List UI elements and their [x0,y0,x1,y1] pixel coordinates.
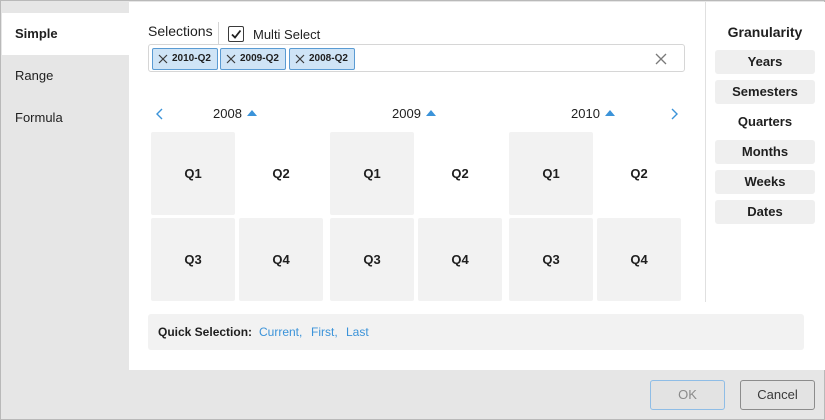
multi-select-checkbox[interactable] [228,26,244,42]
next-arrow-icon[interactable] [668,106,680,122]
remove-token-icon[interactable] [295,54,305,64]
grid-clip [129,301,704,309]
granularity-years-button[interactable]: Years [715,50,815,74]
quarter-cell-2009-q1[interactable]: Q1 [330,132,414,215]
granularity-dates-button[interactable]: Dates [715,200,815,224]
year-label: 2008 [213,106,242,121]
quarter-cell-2008-q2[interactable]: Q2 [239,132,323,215]
quarter-cell-2009-q3[interactable]: Q3 [330,218,414,301]
granularity-months-button[interactable]: Months [715,140,815,164]
quick-link-last[interactable]: Last [346,325,369,339]
multi-select-label: Multi Select [253,27,321,42]
previous-arrow-icon[interactable] [154,106,166,122]
check-icon [231,29,242,39]
granularity-title: Granularity [727,24,803,40]
quick-link-current[interactable]: Current, [259,325,302,339]
year-label: 2010 [571,106,600,121]
nav-item-formula[interactable]: Formula [2,97,129,139]
token-label: 2010-Q2 [172,53,211,64]
quarter-cell-2008-q4[interactable]: Q4 [239,218,323,301]
quarter-cell-2010-q2[interactable]: Q2 [597,132,681,215]
selections-label: Selections [148,23,213,39]
selection-token-box[interactable]: 2010-Q2 2009-Q2 2008-Q2 [148,44,685,72]
selections-divider [218,22,219,44]
token-label: 2009-Q2 [240,53,279,64]
ok-button[interactable]: OK [650,380,725,410]
year-header-2010[interactable]: 2010 [571,106,615,121]
nav-item-simple[interactable]: Simple [2,13,129,55]
selection-token[interactable]: 2010-Q2 [152,48,218,70]
quarter-cell-2010-q4[interactable]: Q4 [597,218,681,301]
quarter-cell-2008-q1[interactable]: Q1 [151,132,235,215]
panel-divider [705,2,706,302]
granularity-semesters-button[interactable]: Semesters [715,80,815,104]
main-panel: Selections Multi Select 2010-Q2 2009-Q2 [129,2,825,370]
quarter-cell-2010-q3[interactable]: Q3 [509,218,593,301]
granularity-weeks-button[interactable]: Weeks [715,170,815,194]
nav-item-range[interactable]: Range [2,55,129,97]
selection-token[interactable]: 2008-Q2 [289,48,355,70]
caret-up-icon [246,110,257,116]
quarter-cell-2010-q1[interactable]: Q1 [509,132,593,215]
caret-up-icon [425,110,436,116]
year-header-2009[interactable]: 2009 [392,106,436,121]
quick-selection-bar: Quick Selection: Current, First, Last [148,314,804,350]
quick-link-first[interactable]: First, [311,325,338,339]
token-label: 2008-Q2 [309,53,348,64]
cancel-button[interactable]: Cancel [740,380,815,410]
granularity-quarters-button[interactable]: Quarters [715,110,815,134]
remove-token-icon[interactable] [158,54,168,64]
year-label: 2009 [392,106,421,121]
caret-up-icon [604,110,615,116]
quarter-cell-2008-q3[interactable]: Q3 [151,218,235,301]
quick-selection-label: Quick Selection: [158,325,253,339]
selection-token[interactable]: 2009-Q2 [220,48,286,70]
clear-all-icon[interactable] [654,52,668,66]
dialog-frame: Simple Range Formula Selections Multi Se… [0,0,825,420]
quarter-cell-2009-q4[interactable]: Q4 [418,218,502,301]
quarter-cell-2009-q2[interactable]: Q2 [418,132,502,215]
left-nav: Simple Range Formula [2,2,129,370]
remove-token-icon[interactable] [226,54,236,64]
year-header-2008[interactable]: 2008 [213,106,257,121]
